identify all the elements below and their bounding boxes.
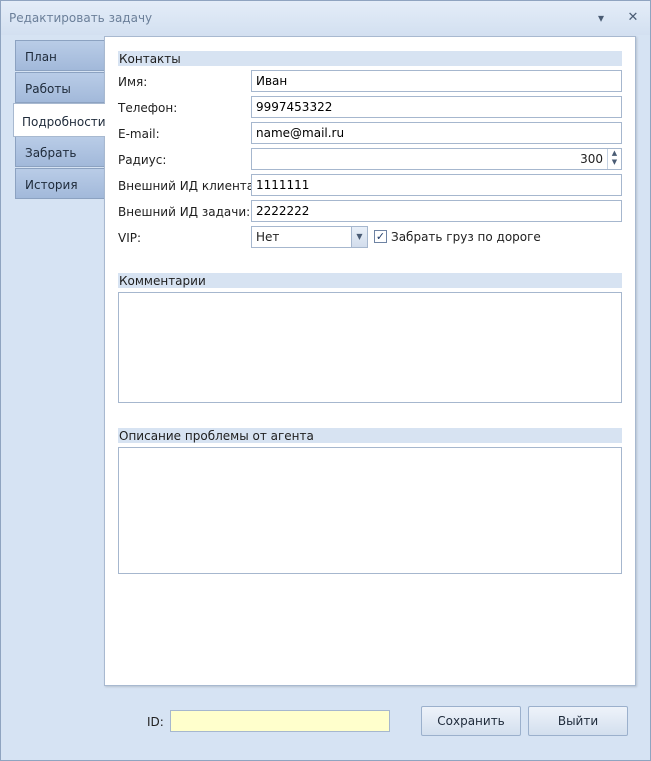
window-title: Редактировать задачу <box>9 11 153 25</box>
id-field[interactable] <box>170 710 390 732</box>
pin-icon[interactable]: ▾ <box>593 10 609 26</box>
task-id-label: Внешний ИД задачи: <box>118 205 251 219</box>
email-label: E-mail: <box>118 127 160 141</box>
save-button[interactable]: Сохранить <box>421 706 521 736</box>
problem-textarea[interactable] <box>118 447 622 574</box>
phone-field[interactable] <box>251 96 622 118</box>
name-label: Имя: <box>118 75 148 89</box>
vip-label: VIP: <box>118 231 142 245</box>
client-id-label: Внешний ИД клиента: <box>118 179 259 193</box>
client-id-field[interactable] <box>251 174 622 196</box>
edit-task-window: Редактировать задачу ▾ ✕ План Работы Под… <box>0 0 651 761</box>
tab-works[interactable]: Работы <box>15 72 104 103</box>
close-icon[interactable]: ✕ <box>625 10 641 26</box>
name-field[interactable] <box>251 70 622 92</box>
exit-button[interactable]: Выйти <box>528 706 628 736</box>
phone-label: Телефон: <box>118 101 178 115</box>
radius-spinner[interactable]: 300 ▲ ▼ <box>251 148 622 170</box>
tab-pickup[interactable]: Забрать <box>15 136 104 167</box>
tab-history[interactable]: История <box>15 168 104 199</box>
pickup-label[interactable]: Забрать груз по дороге <box>391 230 541 244</box>
details-panel: Контакты Имя: Телефон: E-mail: Радиус: 3… <box>104 36 636 686</box>
vip-value: Нет <box>256 230 280 244</box>
contacts-header: Контакты <box>118 51 622 66</box>
pickup-checkbox[interactable]: ✓ <box>374 230 387 243</box>
tab-plan[interactable]: План <box>15 40 104 71</box>
title-bar: Редактировать задачу ▾ ✕ <box>1 1 650 35</box>
spin-arrows-icon[interactable]: ▲ ▼ <box>607 149 621 169</box>
id-label: ID: <box>147 715 164 729</box>
task-id-field[interactable] <box>251 200 622 222</box>
radius-label: Радиус: <box>118 153 167 167</box>
comments-header: Комментарии <box>118 273 622 288</box>
vip-select[interactable]: Нет ▼ <box>251 226 368 248</box>
comments-textarea[interactable] <box>118 292 622 403</box>
tab-details[interactable]: Подробности <box>13 103 106 137</box>
problem-header: Описание проблемы от агента <box>118 428 622 443</box>
radius-value: 300 <box>580 152 603 166</box>
email-field[interactable] <box>251 122 622 144</box>
chevron-down-icon[interactable]: ▼ <box>351 227 367 247</box>
